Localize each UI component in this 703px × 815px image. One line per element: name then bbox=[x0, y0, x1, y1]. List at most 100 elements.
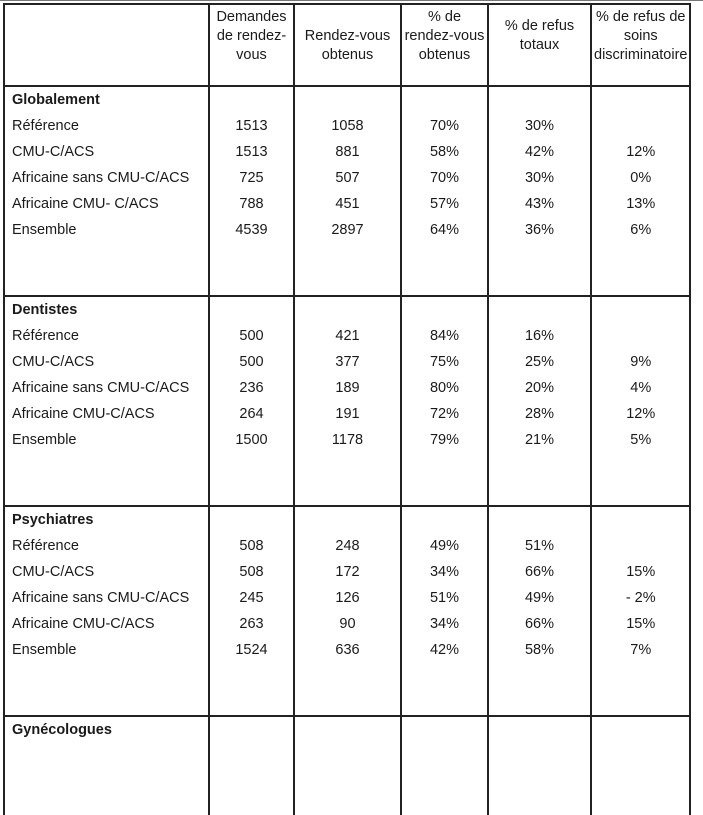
cell-value: 49% bbox=[429, 538, 460, 554]
row-label: Ensemble bbox=[12, 222, 77, 238]
label-cell: Globalement Référence CMU-C/ACS Africaine s… bbox=[3, 85, 210, 297]
cell-value: - 2% bbox=[625, 590, 656, 606]
cell-value: 34% bbox=[429, 564, 460, 580]
col-obtenus: 248 172 126 90 636 bbox=[293, 505, 402, 717]
cell-value: 263 bbox=[239, 616, 264, 632]
cell-value: 725 bbox=[239, 170, 264, 186]
cell-value: 42% bbox=[429, 642, 460, 658]
row-label: Référence bbox=[12, 538, 79, 554]
header-line: % de refus de bbox=[596, 9, 686, 25]
cell-value: 34% bbox=[429, 616, 460, 632]
row-label: Africaine CMU- C/ACS bbox=[12, 196, 159, 212]
cell-value: 21% bbox=[524, 432, 555, 448]
cell-value: 25% bbox=[524, 354, 555, 370]
header-line: de rendez- bbox=[216, 28, 287, 44]
col-pct-obtenus: 49% 34% 51% 34% 42% bbox=[400, 505, 489, 717]
cell-value: 421 bbox=[335, 328, 360, 344]
cell-value: 90 bbox=[339, 616, 356, 632]
header-row: Demandes de rendez- vous Rendez-vous obt… bbox=[3, 3, 692, 87]
cell-value: 191 bbox=[335, 406, 360, 422]
cell-value: 20% bbox=[524, 380, 555, 396]
cell-value: 70% bbox=[429, 118, 460, 134]
cell-value: 236 bbox=[239, 380, 264, 396]
cell-value: 245 bbox=[239, 590, 264, 606]
header-line: Demandes bbox=[216, 9, 287, 25]
row-label: CMU-C/ACS bbox=[12, 144, 95, 160]
col-demandes bbox=[208, 715, 295, 815]
cell-value: 7% bbox=[630, 642, 652, 658]
cell-value: 4539 bbox=[235, 222, 268, 238]
header-obtenus: Rendez-vous obtenus bbox=[293, 3, 402, 87]
row-label: Référence bbox=[12, 118, 79, 134]
col-refus-discriminatoire: 9% 4% 12% 5% bbox=[589, 295, 692, 507]
row-label: CMU-C/ACS bbox=[12, 354, 95, 370]
cell-value: 51% bbox=[524, 538, 555, 554]
row-label: Ensemble bbox=[12, 432, 77, 448]
label-cell: Gynécologues bbox=[3, 715, 210, 815]
cell-value: 66% bbox=[524, 616, 555, 632]
header-line: soins bbox=[623, 28, 658, 44]
row-label: Africaine sans CMU-C/ACS bbox=[12, 590, 190, 606]
cell-value: 507 bbox=[335, 170, 360, 186]
results-table: Demandes de rendez- vous Rendez-vous obt… bbox=[3, 3, 692, 815]
col-pct-obtenus: 70% 58% 70% 57% 64% bbox=[400, 85, 489, 297]
cell-value: 451 bbox=[335, 196, 360, 212]
row-label: Africaine CMU-C/ACS bbox=[12, 406, 155, 422]
row-label: Africaine sans CMU-C/ACS bbox=[12, 170, 190, 186]
cell-value: 80% bbox=[429, 380, 460, 396]
header-line: obtenus bbox=[321, 47, 374, 63]
section-gynecologues: Gynécologues bbox=[3, 715, 692, 815]
cell-value: 72% bbox=[429, 406, 460, 422]
cell-value: 4% bbox=[630, 380, 652, 396]
cell-value: 500 bbox=[239, 328, 264, 344]
header-demandes: Demandes de rendez- vous bbox=[208, 3, 295, 87]
row-label: Africaine sans CMU-C/ACS bbox=[12, 380, 190, 396]
col-pct-obtenus bbox=[400, 715, 489, 815]
cell-value: 881 bbox=[335, 144, 360, 160]
section-title: Psychiatres bbox=[12, 512, 94, 528]
cell-value: 9% bbox=[630, 354, 652, 370]
cell-value: 36% bbox=[524, 222, 555, 238]
col-pct-obtenus: 84% 75% 80% 72% 79% bbox=[400, 295, 489, 507]
cell-value: 13% bbox=[626, 196, 656, 212]
cell-value: 172 bbox=[335, 564, 360, 580]
cell-value: 30% bbox=[524, 170, 555, 186]
col-obtenus: 421 377 189 191 1178 bbox=[293, 295, 402, 507]
cell-value: 1058 bbox=[331, 118, 364, 134]
col-refus-discriminatoire bbox=[589, 715, 692, 815]
cell-value: 2897 bbox=[331, 222, 364, 238]
col-obtenus bbox=[293, 715, 402, 815]
row-label: Ensemble bbox=[12, 642, 77, 658]
header-line: discriminatoire bbox=[594, 47, 688, 63]
col-obtenus: 1058 881 507 451 2897 bbox=[293, 85, 402, 297]
section-globalement: Globalement Référence CMU-C/ACS Africaine s… bbox=[3, 85, 692, 297]
cell-value: 12% bbox=[626, 406, 656, 422]
header-line: totaux bbox=[519, 37, 560, 53]
cell-value: 79% bbox=[429, 432, 460, 448]
cell-value: 508 bbox=[239, 564, 264, 580]
cell-value: 248 bbox=[335, 538, 360, 554]
header-pct-obtenus: % de rendez-vous obtenus bbox=[400, 3, 489, 87]
label-cell: Psychiatres Référence CMU-C/ACS Africaine s… bbox=[3, 505, 210, 717]
cell-value: 1513 bbox=[235, 144, 268, 160]
cell-value: 126 bbox=[335, 590, 360, 606]
header-line: Rendez-vous bbox=[304, 28, 391, 44]
cell-value: 788 bbox=[239, 196, 264, 212]
cell-value: 70% bbox=[429, 170, 460, 186]
cell-value: 49% bbox=[524, 590, 555, 606]
cell-value: 508 bbox=[239, 538, 264, 554]
header-empty bbox=[3, 3, 210, 87]
row-label: Africaine CMU-C/ACS bbox=[12, 616, 155, 632]
section-title: Globalement bbox=[12, 92, 100, 108]
